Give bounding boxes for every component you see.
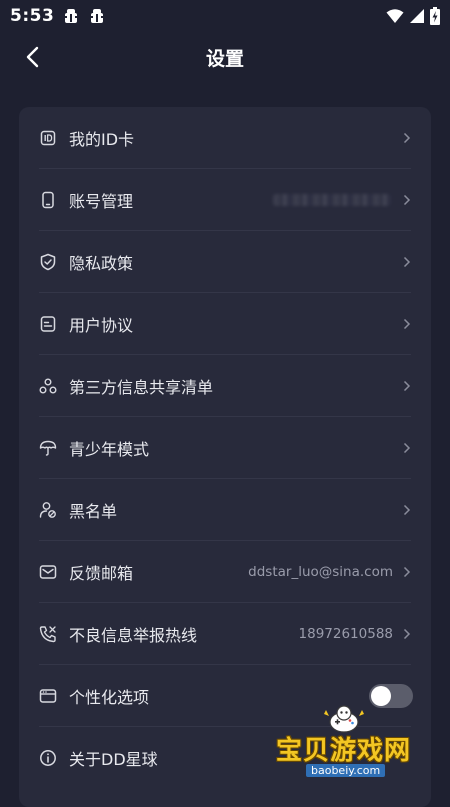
watermark-url: baobeiy.com: [306, 764, 386, 777]
chevron-left-icon: [26, 46, 39, 68]
settings-item-feedback-email[interactable]: 反馈邮箱 ddstar_luo@sina.com: [39, 541, 411, 603]
status-left: 5:53: [10, 6, 106, 26]
report-hotline-value: 18972610588: [298, 625, 393, 642]
back-button[interactable]: [18, 43, 46, 71]
watermark: 宝贝游戏网 baobeiy.com: [264, 704, 426, 782]
feedback-email-value: ddstar_luo@sina.com: [248, 563, 393, 580]
settings-item-privacy-policy[interactable]: 隐私政策: [39, 231, 411, 293]
chevron-right-icon: [403, 442, 411, 453]
settings-item-label: 账号管理: [69, 191, 134, 211]
settings-card: 我的ID卡 账号管理 隐私政策 用户协议 第三方信息共享清单 青少年模式 黑名单…: [19, 107, 431, 807]
bug-icon: [64, 9, 79, 23]
settings-item-id-card[interactable]: 我的ID卡: [39, 107, 411, 169]
settings-item-label: 隐私政策: [69, 253, 134, 273]
chevron-right-icon: [403, 628, 411, 639]
settings-item-third-party-sharing[interactable]: 第三方信息共享清单: [39, 355, 411, 417]
chevron-right-icon: [403, 194, 411, 205]
chevron-right-icon: [403, 380, 411, 391]
battery-charging-icon: [430, 7, 440, 25]
status-time: 5:53: [10, 6, 55, 26]
phone-call-icon: [39, 625, 56, 642]
signal-icon: [410, 9, 424, 23]
status-bar: 5:53: [0, 0, 450, 32]
settings-item-label: 反馈邮箱: [69, 563, 134, 583]
chevron-right-icon: [403, 566, 411, 577]
chevron-right-icon: [403, 132, 411, 143]
settings-item-label: 青少年模式: [69, 439, 150, 459]
status-right: [386, 7, 440, 25]
info-icon: [40, 750, 56, 766]
share-nodes-icon: [39, 378, 57, 393]
settings-item-teen-mode[interactable]: 青少年模式: [39, 417, 411, 479]
watermark-text: 宝贝游戏网: [276, 736, 412, 766]
settings-item-account[interactable]: 账号管理: [39, 169, 411, 231]
settings-item-label: 黑名单: [69, 501, 118, 521]
chevron-right-icon: [403, 318, 411, 329]
blurred-account-value: [273, 193, 391, 206]
settings-item-label: 我的ID卡: [69, 129, 135, 149]
settings-item-blacklist[interactable]: 黑名单: [39, 479, 411, 541]
wifi-icon: [386, 9, 404, 23]
user-block-icon: [39, 501, 56, 518]
document-icon: [40, 315, 56, 332]
chevron-right-icon: [403, 504, 411, 515]
umbrella-icon: [39, 440, 57, 456]
shield-icon: [40, 253, 56, 270]
id-card-icon: [40, 130, 56, 145]
settings-item-report-hotline[interactable]: 不良信息举报热线 18972610588: [39, 603, 411, 665]
settings-item-label: 不良信息举报热线: [69, 625, 198, 645]
mail-icon: [39, 564, 57, 579]
settings-item-user-agreement[interactable]: 用户协议: [39, 293, 411, 355]
chevron-right-icon: [403, 256, 411, 267]
settings-item-label: 用户协议: [69, 315, 134, 335]
phone-icon: [42, 191, 54, 208]
title-bar: 设置: [0, 32, 450, 82]
window-icon: [39, 688, 57, 703]
bug-icon: [90, 9, 105, 23]
settings-item-label: 第三方信息共享清单: [69, 377, 214, 397]
page-title: 设置: [205, 47, 244, 70]
toggle-knob: [371, 685, 391, 706]
